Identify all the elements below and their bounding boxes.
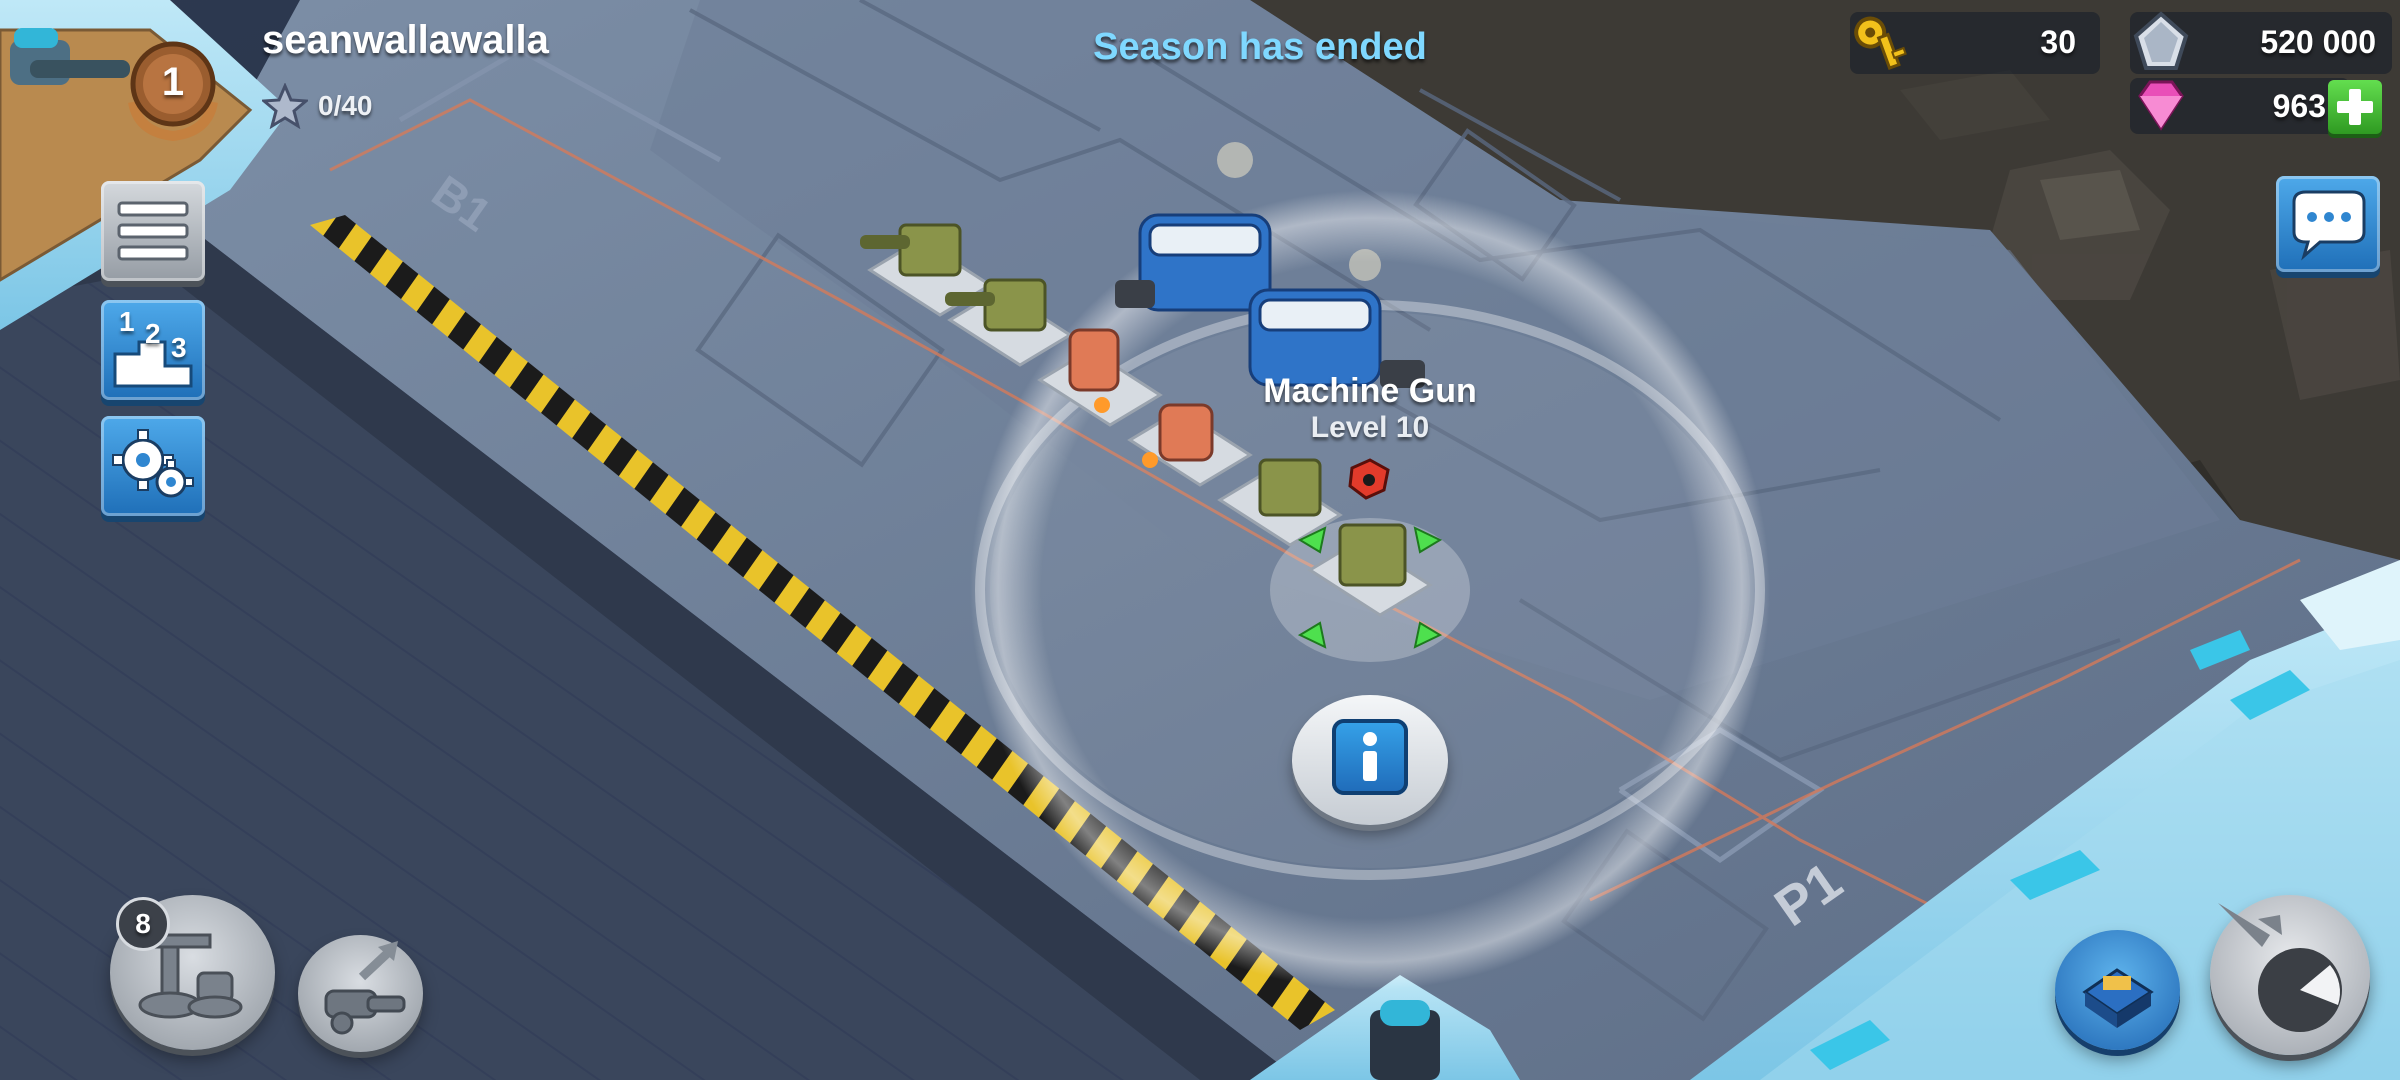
build-count: 8 — [135, 908, 151, 939]
star-icon — [262, 83, 308, 129]
headquarters-icon — [2082, 968, 2154, 1028]
iron-count: 520 000 — [2260, 24, 2376, 60]
cannon-upgrade-icon — [324, 941, 406, 1035]
radar-attack-icon — [2218, 903, 2342, 1032]
build-button[interactable]: 8 — [110, 895, 275, 1050]
star-progress: 0/40 — [262, 83, 373, 129]
info-button[interactable] — [1292, 695, 1448, 825]
keys-count: 30 — [2040, 24, 2076, 60]
podium-icon: 1 2 3 — [101, 300, 205, 400]
attack-button[interactable] — [2210, 895, 2370, 1055]
building-name: Machine Gun — [1263, 372, 1477, 410]
podium-digit-1: 1 — [119, 306, 135, 337]
building-level: Level 10 — [1310, 411, 1430, 444]
podium-digit-3: 3 — [171, 332, 187, 363]
game-screen: B1 P1 Machine Gun Level 10 1 seanwallawa… — [0, 0, 2400, 1080]
plus-icon — [2337, 89, 2373, 125]
buy-diamonds-button[interactable] — [2328, 80, 2382, 134]
season-status: Season has ended — [1093, 26, 1427, 68]
settings-button[interactable] — [101, 416, 205, 516]
upgrade-button[interactable] — [298, 935, 423, 1052]
rank-badge[interactable]: 1 — [118, 32, 228, 142]
gear-icon — [112, 429, 194, 498]
star-count: 0/40 — [318, 90, 373, 121]
selected-building-label: Machine Gun Level 10 — [1210, 372, 1530, 445]
hamburger-icon — [117, 201, 189, 261]
headquarters-button[interactable] — [2055, 930, 2180, 1050]
player-name[interactable]: seanwallawalla — [262, 18, 549, 63]
diamonds-resource[interactable]: 963 — [2130, 78, 2350, 134]
key-icon — [1854, 16, 1907, 71]
chat-bubble-icon — [2292, 190, 2366, 261]
keys-resource[interactable]: 30 — [1850, 12, 2100, 74]
diamond-icon — [2138, 80, 2184, 131]
build-count-badge: 8 — [116, 897, 170, 951]
info-icon — [1332, 719, 1408, 795]
base-map[interactable]: B1 P1 — [0, 0, 2400, 1080]
rank-number: 1 — [161, 60, 185, 104]
podium-digit-2: 2 — [145, 318, 161, 349]
diamonds-count: 963 — [2272, 88, 2326, 124]
iron-resource[interactable]: 520 000 — [2130, 11, 2392, 74]
menu-button[interactable] — [101, 181, 205, 281]
iron-icon — [2133, 11, 2189, 70]
chat-button[interactable] — [2276, 176, 2380, 272]
ranking-button[interactable]: 1 2 3 — [101, 300, 205, 400]
